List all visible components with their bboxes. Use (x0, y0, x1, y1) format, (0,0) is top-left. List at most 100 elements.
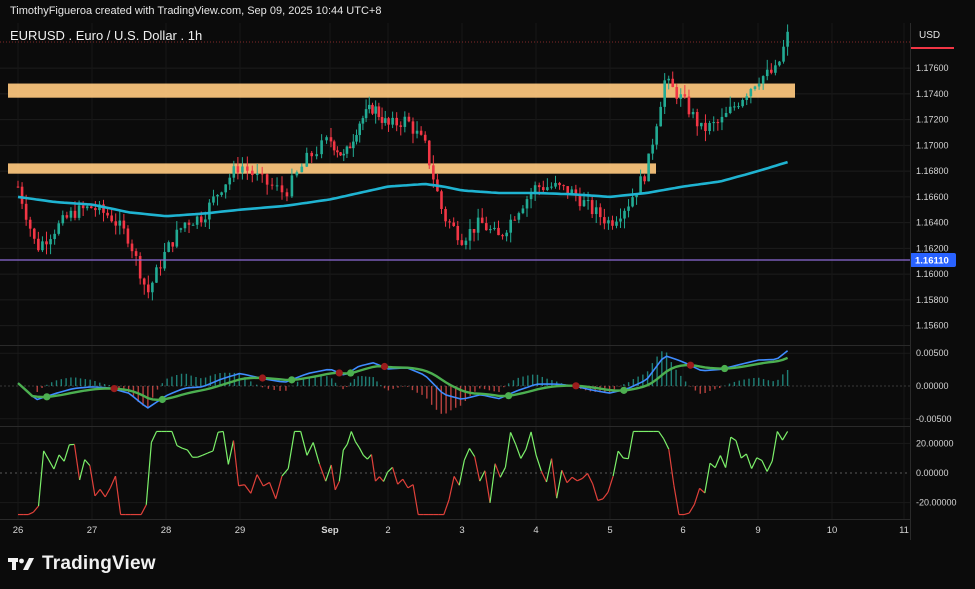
candle-body[interactable] (159, 267, 162, 269)
candle-body[interactable] (464, 240, 468, 245)
candle-body[interactable] (81, 205, 85, 209)
candle-body[interactable] (598, 207, 602, 218)
candle-body[interactable] (761, 76, 765, 84)
candle-body[interactable] (106, 212, 109, 216)
candle-body[interactable] (480, 217, 484, 224)
candle-body[interactable] (24, 203, 28, 220)
candle-body[interactable] (733, 106, 736, 108)
candle-body[interactable] (407, 116, 411, 122)
candle-body[interactable] (774, 65, 777, 73)
candle-body[interactable] (778, 61, 781, 66)
candle-body[interactable] (367, 104, 371, 110)
candle-body[interactable] (228, 177, 232, 185)
candle-body[interactable] (345, 146, 349, 154)
candle-body[interactable] (749, 88, 753, 97)
candle-body[interactable] (216, 194, 219, 197)
candle-body[interactable] (275, 185, 279, 187)
candle-body[interactable] (69, 210, 73, 218)
candle-body[interactable] (179, 228, 183, 230)
candle-body[interactable] (663, 80, 666, 107)
candle-body[interactable] (250, 170, 254, 176)
candle-body[interactable] (138, 255, 142, 279)
candle-body[interactable] (49, 239, 52, 245)
candle-body[interactable] (728, 106, 732, 113)
candle-body[interactable] (753, 86, 757, 89)
candle-body[interactable] (501, 235, 504, 237)
candle-body[interactable] (497, 227, 500, 236)
candle-body[interactable] (77, 205, 81, 218)
candle-body[interactable] (220, 192, 223, 195)
candle-body[interactable] (623, 210, 626, 219)
candle-body[interactable] (142, 278, 146, 285)
candle-body[interactable] (339, 152, 342, 156)
candle-body[interactable] (20, 186, 24, 204)
candle-body[interactable] (126, 228, 130, 244)
candle-body[interactable] (741, 100, 744, 107)
candle-body[interactable] (513, 219, 517, 221)
candle-body[interactable] (541, 187, 545, 191)
candle-body[interactable] (151, 282, 154, 293)
candle-body[interactable] (558, 182, 561, 186)
candle-body[interactable] (415, 130, 419, 134)
footer-brand[interactable]: TradingView (8, 553, 156, 575)
candle-body[interactable] (371, 104, 374, 114)
candle-body[interactable] (712, 122, 716, 124)
candle-body[interactable] (582, 200, 586, 207)
candle-body[interactable] (427, 140, 431, 166)
candle-body[interactable] (118, 220, 122, 226)
candle-body[interactable] (374, 106, 377, 114)
candle-body[interactable] (16, 186, 20, 188)
candle-body[interactable] (716, 122, 720, 124)
candle-body[interactable] (53, 233, 56, 240)
candle-body[interactable] (300, 166, 304, 173)
candle-body[interactable] (342, 153, 346, 156)
candle-body[interactable] (675, 87, 679, 99)
candle-body[interactable] (110, 215, 113, 222)
candle-body[interactable] (28, 219, 32, 229)
candle-body[interactable] (456, 225, 460, 241)
candle-body[interactable] (770, 69, 773, 73)
candle-body[interactable] (73, 210, 77, 218)
candle-body[interactable] (448, 221, 451, 223)
candle-body[interactable] (525, 199, 529, 209)
candle-body[interactable] (122, 220, 126, 229)
candle-body[interactable] (737, 106, 740, 108)
candle-body[interactable] (310, 152, 314, 157)
candle-body[interactable] (305, 152, 309, 167)
candle-body[interactable] (411, 121, 415, 134)
candle-body[interactable] (452, 222, 455, 226)
candle-body[interactable] (61, 215, 65, 224)
candle-body[interactable] (720, 116, 724, 123)
candle-body[interactable] (578, 195, 582, 207)
candle-body[interactable] (615, 221, 618, 226)
candle-body[interactable] (590, 200, 594, 215)
candle-body[interactable] (468, 229, 472, 241)
candle-body[interactable] (403, 116, 407, 127)
candle-body[interactable] (265, 174, 269, 185)
candle-body[interactable] (45, 241, 48, 245)
candle-body[interactable] (387, 118, 390, 125)
candle-body[interactable] (444, 209, 447, 222)
candle-body[interactable] (285, 192, 289, 197)
candle-body[interactable] (700, 122, 703, 127)
candle-body[interactable] (505, 232, 508, 237)
candle-body[interactable] (509, 219, 513, 233)
candle-body[interactable] (517, 213, 521, 220)
candle-body[interactable] (671, 78, 675, 88)
candle-body[interactable] (594, 207, 598, 215)
candle-body[interactable] (554, 182, 557, 187)
candle-body[interactable] (270, 184, 274, 186)
candle-body[interactable] (383, 118, 387, 123)
candle-body[interactable] (724, 112, 728, 117)
candle-body[interactable] (94, 208, 97, 211)
candle-body[interactable] (550, 186, 553, 188)
candle-body[interactable] (704, 122, 707, 132)
candle-body[interactable] (89, 206, 93, 209)
candle-body[interactable] (175, 229, 179, 247)
candle-body[interactable] (603, 217, 606, 224)
candle-body[interactable] (358, 123, 362, 136)
candle-body[interactable] (651, 144, 654, 154)
candle-body[interactable] (183, 222, 187, 229)
candle-body[interactable] (489, 229, 492, 231)
candle-body[interactable] (260, 173, 264, 175)
